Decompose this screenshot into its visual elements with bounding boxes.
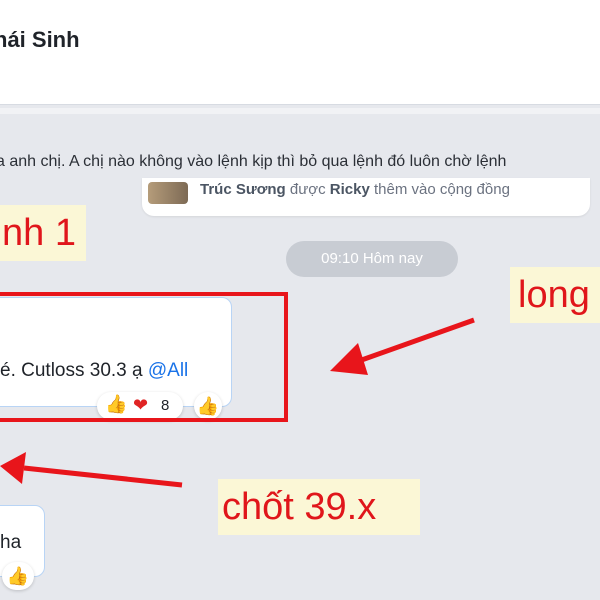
annotation-bottom-label: chốt 39.x xyxy=(218,479,420,535)
header-divider xyxy=(0,108,600,114)
chat-header: hái Sinh xyxy=(0,0,600,105)
system-notification-text: Trúc Sương được Ricky thêm vào cộng đồng xyxy=(200,181,510,198)
system-notification: Trúc Sương được Ricky thêm vào cộng đồng xyxy=(142,178,590,216)
actor-name[interactable]: Trúc Sương xyxy=(200,181,286,198)
annotation-right-label: long xyxy=(510,267,600,323)
arrow-icon xyxy=(330,343,368,375)
annotation-left-label: nh 1 xyxy=(0,205,86,261)
thumbs-up-icon[interactable]: 👍 xyxy=(2,562,34,590)
arrow-icon xyxy=(0,452,26,484)
verb-text: được xyxy=(289,181,326,198)
time-divider: 09:10 Hôm nay xyxy=(286,241,458,277)
arrow-icon xyxy=(23,465,183,488)
annotation-highlight-box xyxy=(0,292,288,422)
arrow-icon xyxy=(355,317,475,365)
pinned-message-text[interactable]: a anh chị. A chị nào không vào lệnh kịp … xyxy=(0,153,506,171)
inviter-name[interactable]: Ricky xyxy=(330,181,370,198)
message-small-text: ha xyxy=(0,532,22,553)
rest-text: thêm vào cộng đồng xyxy=(373,181,510,198)
avatar[interactable] xyxy=(148,182,188,204)
chat-title[interactable]: hái Sinh xyxy=(0,27,80,53)
